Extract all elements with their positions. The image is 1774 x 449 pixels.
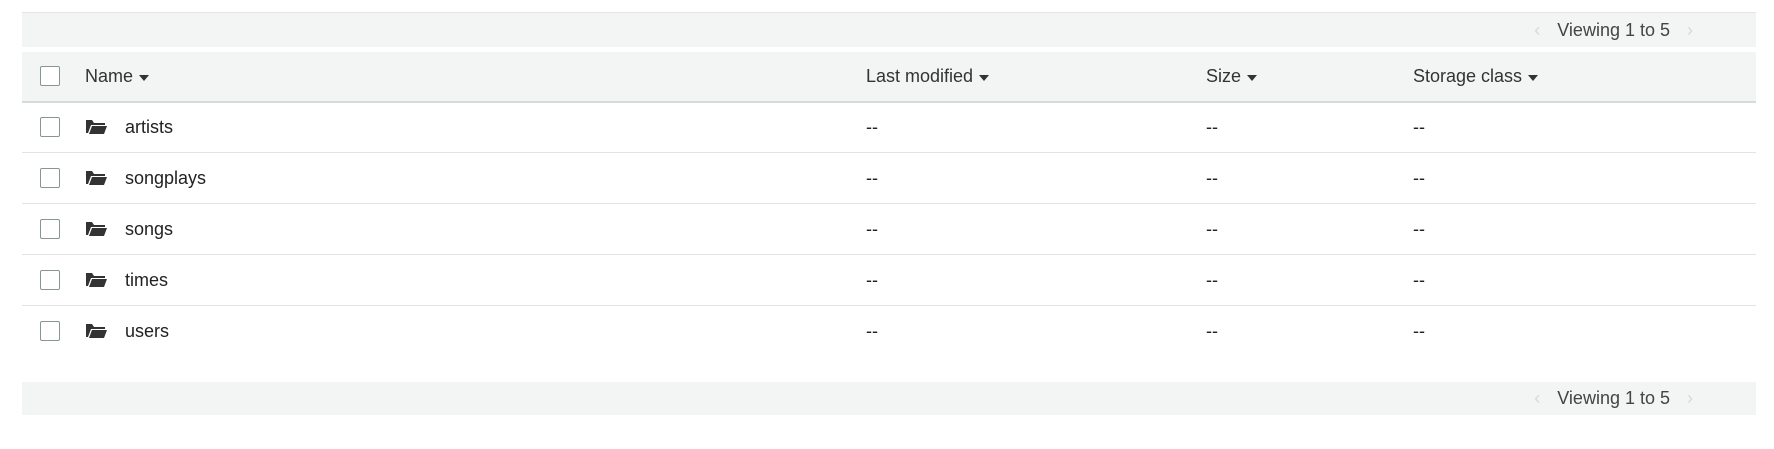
folder-open-icon [86,273,107,287]
pagination-bar-bottom: ‹ Viewing 1 to 5 › [22,382,1756,415]
object-name-link[interactable]: times [125,255,168,305]
column-header-size-label: Size [1206,66,1242,86]
chevron-right-icon[interactable]: › [1682,20,1698,41]
row-checkbox[interactable] [40,270,60,290]
folder-open-icon [86,222,107,236]
storage-class-cell: -- [1413,116,1425,137]
last-modified-cell: -- [866,167,878,188]
folder-open-icon [86,171,107,185]
folder-open-icon [86,120,107,134]
size-cell: -- [1206,116,1218,137]
object-name-link[interactable]: users [125,306,169,356]
column-header-last-modified-label: Last modified [866,66,974,86]
object-name-link[interactable]: songplays [125,153,206,203]
size-cell: -- [1206,269,1218,290]
pagination-bar-top: ‹ Viewing 1 to 5 › [22,12,1756,47]
table-row[interactable]: artists -- -- -- [22,102,1756,153]
sort-caret-down-icon [1528,74,1539,81]
pagination: ‹ Viewing 1 to 5 › [1529,13,1698,47]
column-header-storage-class[interactable]: Storage class [1413,52,1539,101]
sort-caret-down-icon [139,74,150,81]
sort-caret-down-icon [1247,74,1258,81]
storage-class-cell: -- [1413,269,1425,290]
select-all-checkbox[interactable] [40,66,60,86]
table-row[interactable]: times -- -- -- [22,255,1756,306]
last-modified-cell: -- [866,116,878,137]
row-checkbox[interactable] [40,219,60,239]
size-cell: -- [1206,218,1218,239]
table-row[interactable]: songplays -- -- -- [22,153,1756,204]
chevron-left-icon[interactable]: ‹ [1529,388,1545,409]
last-modified-cell: -- [866,218,878,239]
table-row[interactable]: songs -- -- -- [22,204,1756,255]
last-modified-cell: -- [866,320,878,341]
column-header-name-label: Name [85,66,134,86]
pagination: ‹ Viewing 1 to 5 › [1529,382,1698,415]
table-row[interactable]: users -- -- -- [22,306,1756,356]
pagination-label: Viewing 1 to 5 [1557,19,1670,40]
folder-open-icon [86,324,107,338]
row-checkbox[interactable] [40,168,60,188]
size-cell: -- [1206,167,1218,188]
chevron-left-icon[interactable]: ‹ [1529,20,1545,41]
sort-caret-down-icon [979,74,990,81]
row-checkbox[interactable] [40,117,60,137]
object-name-link[interactable]: artists [125,102,173,152]
table-header: Name Last modified Size Storage class [22,52,1756,103]
chevron-right-icon[interactable]: › [1682,388,1698,409]
storage-class-cell: -- [1413,320,1425,341]
column-header-size[interactable]: Size [1206,52,1258,101]
pagination-label: Viewing 1 to 5 [1557,388,1670,408]
last-modified-cell: -- [866,269,878,290]
column-header-last-modified[interactable]: Last modified [866,52,990,101]
storage-class-cell: -- [1413,167,1425,188]
column-header-name[interactable]: Name [85,52,150,101]
row-checkbox[interactable] [40,321,60,341]
object-name-link[interactable]: songs [125,204,173,254]
storage-class-cell: -- [1413,218,1425,239]
column-header-storage-class-label: Storage class [1413,66,1523,86]
size-cell: -- [1206,320,1218,341]
